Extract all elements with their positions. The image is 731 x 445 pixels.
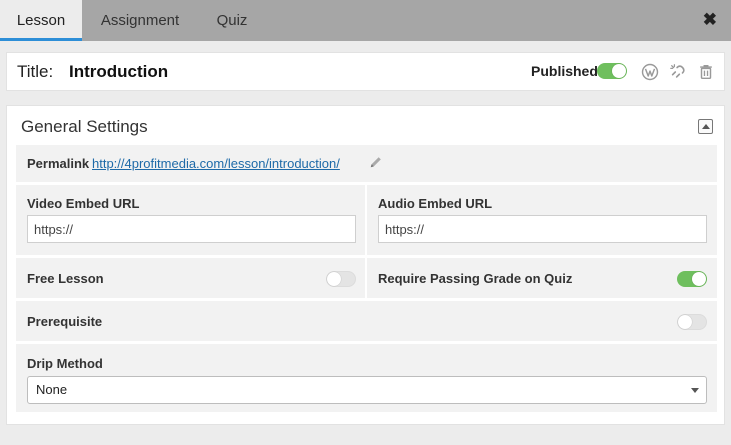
require-grade-cell: Require Passing Grade on Quiz xyxy=(367,258,717,298)
video-embed-cell: Video Embed URL xyxy=(16,185,365,255)
audio-embed-label: Audio Embed URL xyxy=(378,196,493,211)
free-lesson-toggle[interactable] xyxy=(326,271,356,287)
prerequisite-cell: Prerequisite xyxy=(16,301,717,341)
lesson-title[interactable]: Introduction xyxy=(69,62,168,82)
published-label: Published xyxy=(531,63,598,79)
video-embed-label: Video Embed URL xyxy=(27,196,140,211)
section-title: General Settings xyxy=(21,117,148,136)
audio-embed-input[interactable] xyxy=(378,215,707,243)
close-icon[interactable]: ✖ xyxy=(703,10,717,30)
permalink-label: Permalink xyxy=(27,156,90,171)
unlink-icon[interactable] xyxy=(669,63,687,81)
title-panel: Title: Introduction Published xyxy=(6,52,725,91)
drip-method-cell: Drip Method None xyxy=(16,344,717,412)
chevron-down-icon xyxy=(691,388,699,393)
tab-quiz[interactable]: Quiz xyxy=(198,0,266,41)
tab-lesson[interactable]: Lesson xyxy=(0,0,82,41)
published-toggle[interactable] xyxy=(597,63,627,79)
prerequisite-toggle[interactable] xyxy=(677,314,707,330)
tab-bar: Lesson Assignment Quiz ✖ xyxy=(0,0,731,41)
free-lesson-cell: Free Lesson xyxy=(16,258,365,298)
wordpress-icon[interactable] xyxy=(641,63,659,81)
title-label: Title: xyxy=(17,62,54,81)
free-lesson-label: Free Lesson xyxy=(27,271,104,286)
drip-method-value: None xyxy=(36,382,68,397)
drip-method-label: Drip Method xyxy=(27,356,103,371)
video-embed-input[interactable] xyxy=(27,215,356,243)
edit-pencil-icon[interactable] xyxy=(369,155,383,169)
trash-icon[interactable] xyxy=(697,63,715,81)
require-grade-label: Require Passing Grade on Quiz xyxy=(378,271,573,286)
general-settings-panel: General Settings Permalink http://4profi… xyxy=(6,105,725,425)
require-grade-toggle[interactable] xyxy=(677,271,707,287)
audio-embed-cell: Audio Embed URL xyxy=(367,185,717,255)
permalink-link[interactable]: http://4profitmedia.com/lesson/introduct… xyxy=(92,156,340,171)
collapse-icon[interactable] xyxy=(698,119,713,134)
drip-method-select[interactable]: None xyxy=(27,376,707,404)
prerequisite-label: Prerequisite xyxy=(27,314,103,329)
permalink-row: Permalink http://4profitmedia.com/lesson… xyxy=(16,145,717,182)
tab-assignment[interactable]: Assignment xyxy=(82,0,198,41)
